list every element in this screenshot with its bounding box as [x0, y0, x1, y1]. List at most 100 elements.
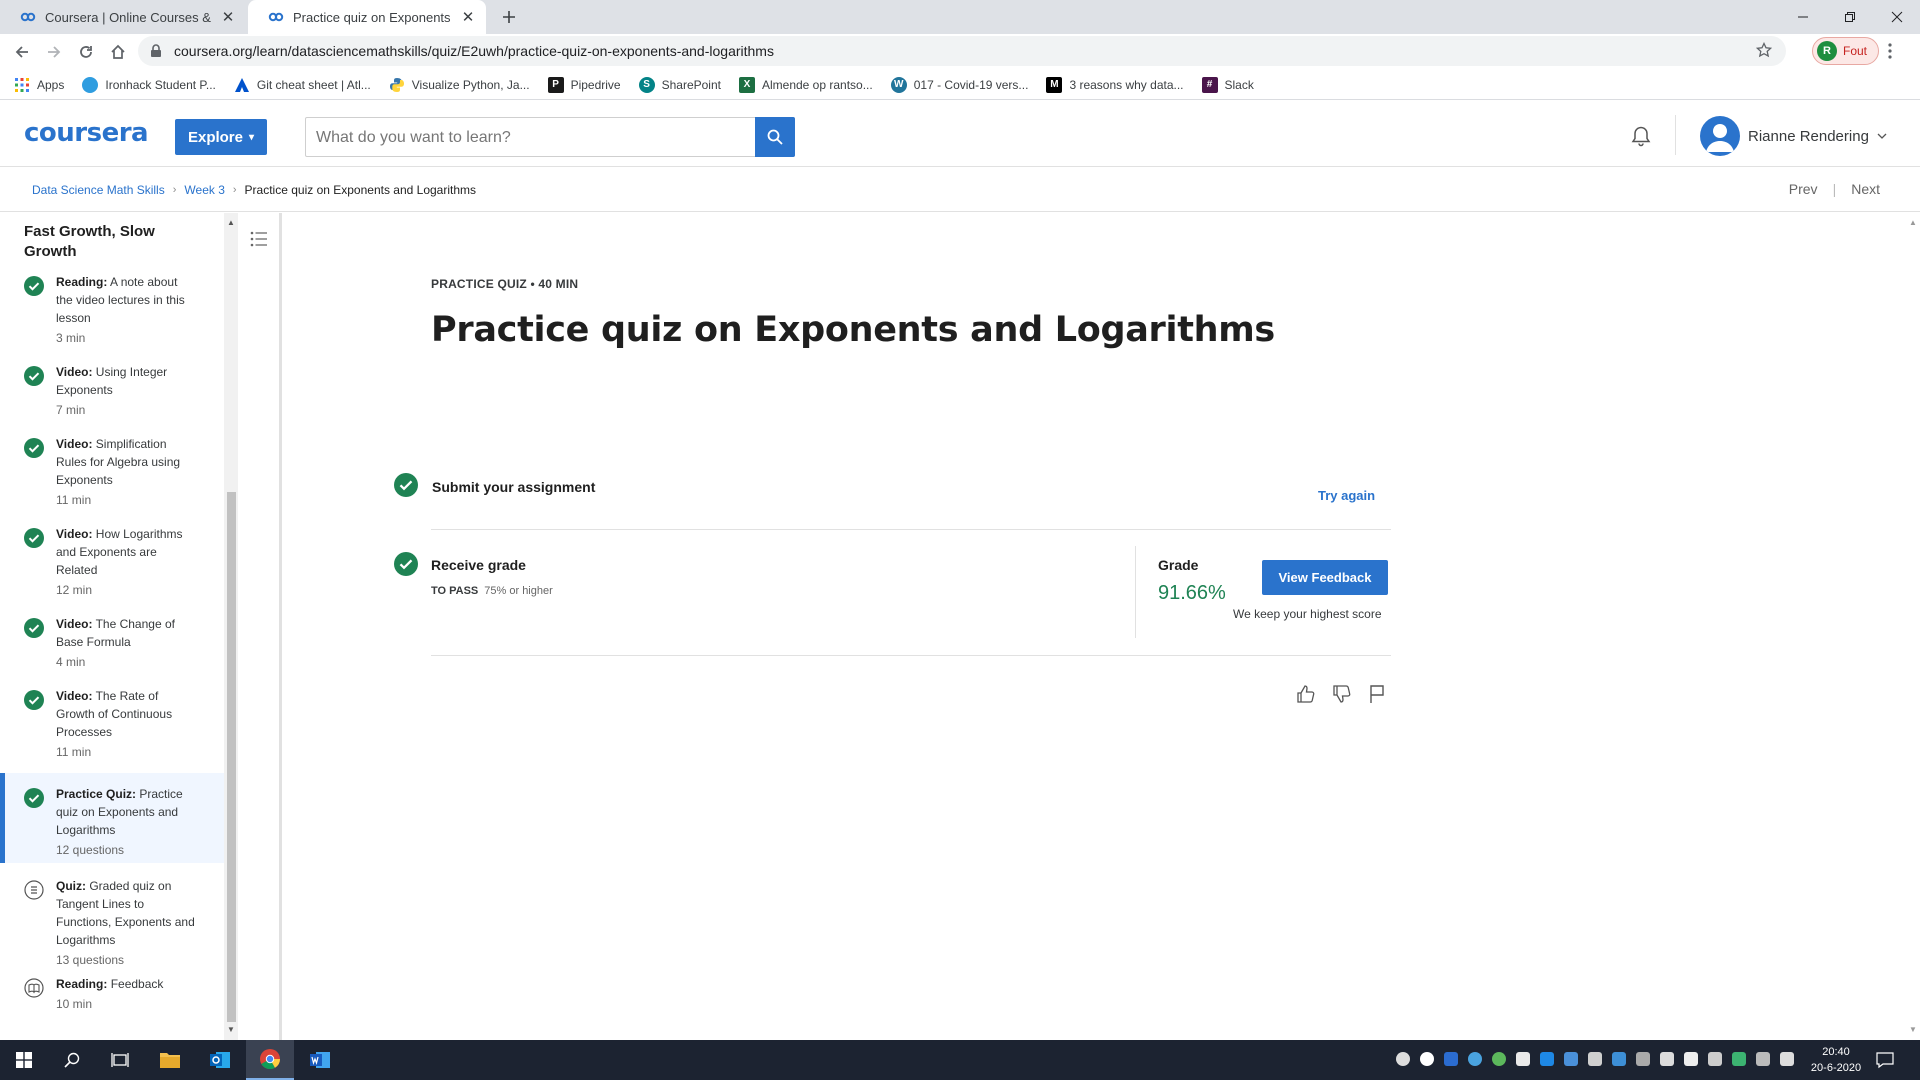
scroll-up-arrow-icon[interactable]: ▲ [227, 218, 235, 227]
bookmark-apps[interactable]: Apps [14, 77, 64, 93]
check-circle-icon [24, 276, 44, 296]
receive-grade-label: Receive grade [431, 557, 526, 573]
minimize-button[interactable] [1780, 0, 1826, 34]
taskbar-outlook[interactable] [196, 1040, 244, 1080]
reload-button[interactable] [72, 38, 100, 66]
bookmark-slack[interactable]: # Slack [1201, 76, 1254, 93]
ironhack-icon [82, 76, 99, 93]
task-view-button[interactable] [96, 1040, 144, 1080]
item-kind: Video: [56, 689, 93, 703]
taskbar-chrome[interactable] [246, 1040, 294, 1080]
bookmark-sharepoint[interactable]: S SharePoint [638, 76, 721, 93]
prev-link[interactable]: Prev [1789, 181, 1818, 197]
tray-app-icon[interactable] [1540, 1052, 1554, 1066]
like-button[interactable] [1296, 684, 1316, 704]
tray-app-icon[interactable] [1732, 1052, 1746, 1066]
tray-app-icon[interactable] [1420, 1052, 1434, 1066]
close-window-button[interactable] [1874, 0, 1920, 34]
bookmark-almende[interactable]: X Almende op rantso... [738, 76, 873, 93]
close-tab-icon[interactable]: ✕ [220, 9, 236, 26]
search-button[interactable] [755, 117, 795, 157]
page-scrollbar[interactable]: ▲ ▼ [1906, 213, 1920, 1040]
explore-button[interactable]: Explore ▾ [175, 119, 267, 155]
grade-value: 91.66% [1158, 582, 1226, 604]
coursera-logo[interactable]: coursera [24, 118, 149, 148]
taskbar-file-explorer[interactable] [146, 1040, 194, 1080]
try-again-link[interactable]: Try again [1318, 488, 1375, 503]
tray-app-icon[interactable] [1516, 1052, 1530, 1066]
scroll-down-arrow-icon[interactable]: ▼ [1909, 1025, 1917, 1034]
item-kind: Video: [56, 365, 93, 379]
sidebar-item-feedback-reading[interactable]: Reading: Feedback 10 min [0, 975, 224, 1031]
tray-app-icon[interactable] [1612, 1052, 1626, 1066]
address-bar[interactable]: coursera.org/learn/datasciencemathskills… [138, 36, 1786, 66]
battery-icon[interactable] [1780, 1052, 1794, 1066]
scroll-down-arrow-icon[interactable]: ▼ [227, 1025, 235, 1034]
tray-app-icon[interactable] [1636, 1052, 1650, 1066]
system-clock[interactable]: 20:40 20-6-2020 [1806, 1044, 1866, 1076]
bookmark-pipedrive[interactable]: P Pipedrive [547, 76, 621, 93]
bookmark-covid[interactable]: W 017 - Covid-19 vers... [890, 76, 1028, 93]
back-button[interactable] [8, 38, 36, 66]
sidebar-item-change-of-base[interactable]: Video: The Change of Base Formula 4 min [0, 615, 224, 671]
start-button[interactable] [0, 1040, 48, 1080]
sidebar-scrollbar-thumb[interactable] [227, 492, 236, 1022]
clock-date: 20-6-2020 [1810, 1062, 1862, 1074]
sidebar-item-simplification-rules[interactable]: Video: Simplification Rules for Algebra … [0, 435, 224, 509]
slack-icon: # [1201, 76, 1218, 93]
browser-toolbar: coursera.org/learn/datasciencemathskills… [0, 34, 1920, 70]
taskbar-search-button[interactable] [48, 1040, 96, 1080]
sidebar-item-graded-quiz[interactable]: Quiz: Graded quiz on Tangent Lines to Fu… [0, 877, 224, 969]
tray-app-icon[interactable] [1492, 1052, 1506, 1066]
bluetooth-icon[interactable] [1564, 1052, 1578, 1066]
bookmark-ironhack[interactable]: Ironhack Student P... [82, 76, 216, 93]
tray-app-icon[interactable] [1588, 1052, 1602, 1066]
bookmark-visualize-python[interactable]: Visualize Python, Ja... [389, 77, 530, 93]
grade-label: Grade [1158, 557, 1199, 573]
forward-button[interactable] [40, 38, 68, 66]
browser-tab-quiz[interactable]: Practice quiz on Exponents and Logarithm… [248, 0, 486, 34]
bookmark-label: Visualize Python, Ja... [411, 77, 530, 92]
check-circle-icon [394, 552, 418, 576]
breadcrumb-week-link[interactable]: Week 3 [184, 183, 224, 197]
new-tab-button[interactable] [496, 4, 522, 30]
volume-icon[interactable] [1708, 1052, 1722, 1066]
tray-app-icon[interactable] [1444, 1052, 1458, 1066]
close-tab-icon[interactable]: ✕ [460, 9, 476, 26]
home-button[interactable] [104, 38, 132, 66]
view-feedback-button[interactable]: View Feedback [1262, 560, 1388, 595]
plus-icon [503, 11, 515, 23]
next-link[interactable]: Next [1851, 181, 1880, 197]
bookmark-star-icon[interactable] [1756, 42, 1772, 58]
user-menu[interactable]: Rianne Rendering [1700, 116, 1887, 156]
breadcrumb-course-link[interactable]: Data Science Math Skills [32, 183, 165, 197]
tray-app-icon[interactable] [1468, 1052, 1482, 1066]
kebab-menu-icon[interactable] [1888, 43, 1892, 59]
wifi-icon[interactable] [1756, 1052, 1770, 1066]
action-center-icon[interactable] [1876, 1051, 1894, 1069]
bookmark-medium[interactable]: M 3 reasons why data... [1046, 76, 1184, 93]
sidebar-item-practice-quiz[interactable]: Practice Quiz: Practice quiz on Exponent… [0, 773, 224, 863]
notification-bell-icon[interactable] [1630, 125, 1652, 147]
sidebar-item-rate-of-growth[interactable]: Video: The Rate of Growth of Continuous … [0, 687, 224, 761]
sidebar-item-integer-exponents[interactable]: Video: Using Integer Exponents 7 min [0, 363, 224, 419]
report-button[interactable] [1368, 684, 1386, 704]
tray-app-icon[interactable] [1396, 1052, 1410, 1066]
page-title: Practice quiz on Exponents and Logarithm… [431, 310, 1275, 350]
scroll-up-arrow-icon[interactable]: ▲ [1909, 218, 1917, 227]
sidebar-item-note-reading[interactable]: Reading: A note about the video lectures… [0, 273, 224, 345]
restore-button[interactable] [1827, 0, 1873, 34]
search-input[interactable]: What do you want to learn? [305, 117, 795, 157]
outline-list-icon[interactable] [250, 231, 268, 247]
browser-tab-coursera[interactable]: Coursera | Online Courses & Credentials … [0, 0, 246, 34]
profile-button[interactable]: R Fout [1812, 37, 1879, 65]
tab-title: Practice quiz on Exponents and Logarithm… [293, 9, 454, 25]
tray-app-icon[interactable] [1684, 1052, 1698, 1066]
dislike-button[interactable] [1332, 684, 1352, 704]
bookmark-git-cheat-sheet[interactable]: Git cheat sheet | Atl... [234, 77, 371, 93]
coursera-favicon-icon [268, 12, 284, 22]
taskbar-word[interactable] [296, 1040, 344, 1080]
sidebar-item-logarithms-exponents[interactable]: Video: How Logarithms and Exponents are … [0, 525, 224, 599]
python-icon [389, 77, 404, 92]
display-icon[interactable] [1660, 1052, 1674, 1066]
